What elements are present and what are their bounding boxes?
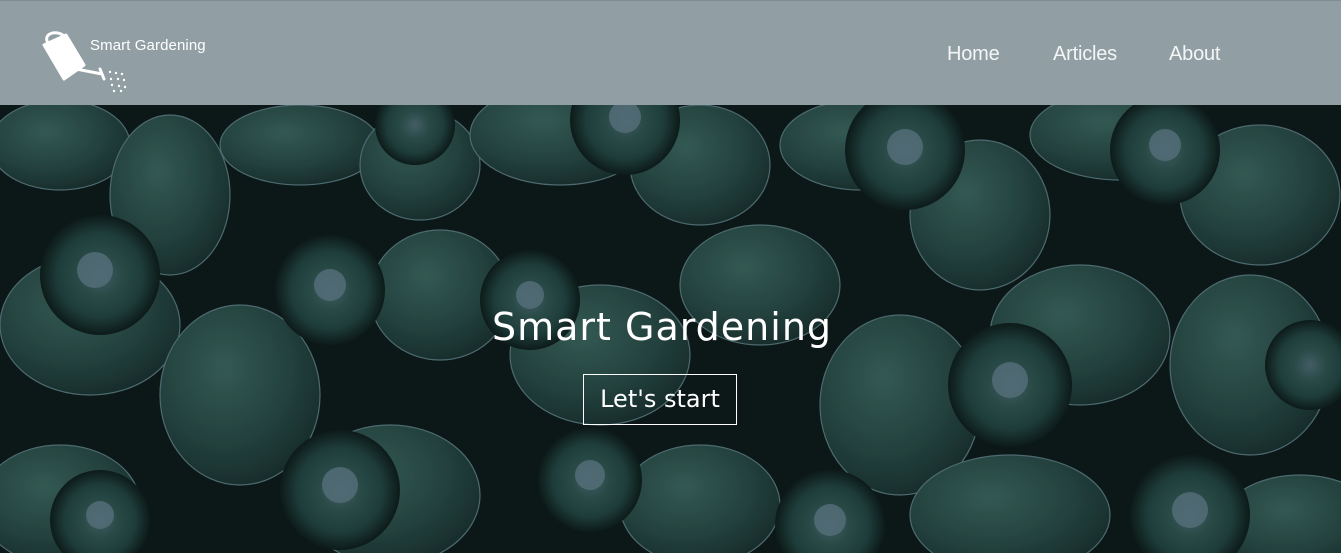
nav-link-articles[interactable]: Articles bbox=[1053, 41, 1117, 67]
site-header: Smart Gardening Home Articles About bbox=[0, 0, 1341, 105]
hero-title: Smart Gardening bbox=[491, 305, 833, 349]
page: Smart Gardening Home Articles About Smar… bbox=[0, 0, 1341, 553]
logo-link[interactable]: Smart Gardening bbox=[38, 29, 213, 95]
logo-text: Smart Gardening bbox=[90, 37, 206, 54]
nav-link-home[interactable]: Home bbox=[947, 41, 1000, 67]
lets-start-button[interactable]: Let's start bbox=[583, 374, 737, 425]
hero-section: Smart Gardening Let's start bbox=[0, 105, 1341, 553]
nav-link-about[interactable]: About bbox=[1169, 41, 1220, 67]
